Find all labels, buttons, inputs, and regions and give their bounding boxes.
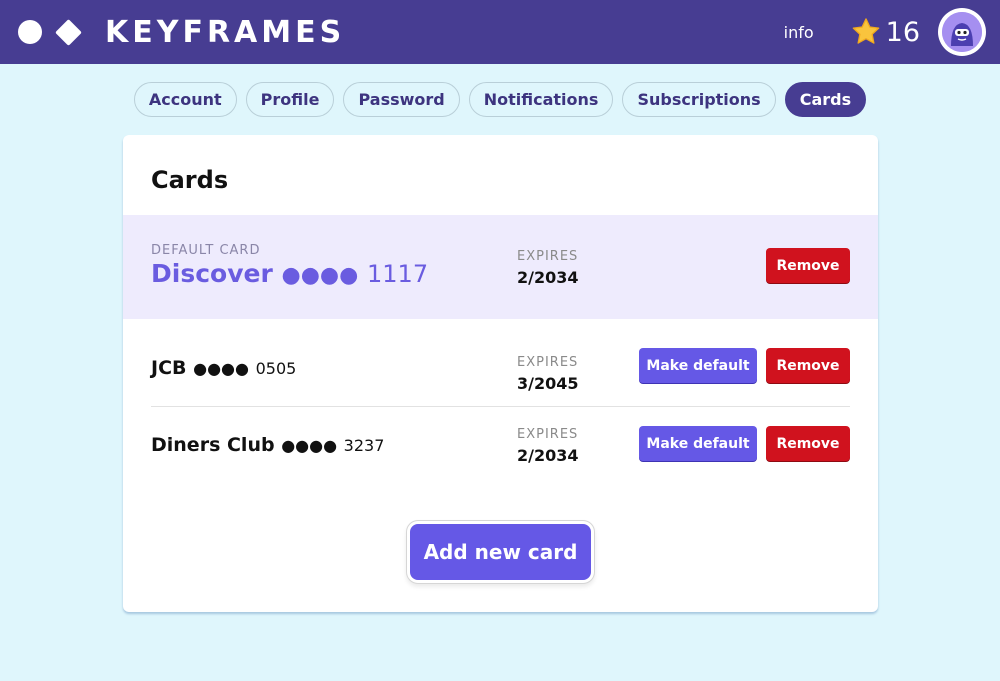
- card-brand: Diners Club: [151, 434, 275, 456]
- card-name: Diners Club ●●●● 3237: [151, 434, 384, 456]
- card-mask: ●●●●: [281, 263, 359, 288]
- card-expiry: EXPIRES 3/2045: [517, 355, 579, 393]
- expires-value: 2/2034: [517, 446, 579, 465]
- tab-subscriptions[interactable]: Subscriptions: [622, 82, 776, 117]
- remove-button[interactable]: Remove: [766, 426, 850, 461]
- remove-button[interactable]: Remove: [766, 248, 850, 283]
- tab-password[interactable]: Password: [343, 82, 460, 117]
- cards-panel: Cards DEFAULT CARD Discover ●●●● 1117 EX…: [123, 135, 878, 612]
- card-last4: 0505: [255, 359, 297, 378]
- tab-notifications[interactable]: Notifications: [468, 82, 614, 117]
- card-expiry: EXPIRES 2/2034: [517, 427, 579, 465]
- expires-label: EXPIRES: [517, 427, 579, 442]
- expires-label: EXPIRES: [517, 249, 579, 264]
- card-name: JCB ●●●● 0505: [151, 357, 296, 379]
- default-card-label: DEFAULT CARD: [151, 243, 261, 258]
- card-last4: 1117: [367, 260, 429, 288]
- card-row: Diners Club ●●●● 3237 EXPIRES 2/2034 Mak…: [123, 407, 878, 487]
- card-mask: ●●●●: [193, 359, 249, 378]
- tab-cards[interactable]: Cards: [784, 82, 867, 117]
- logo-circle-icon: [18, 20, 42, 44]
- brand-name[interactable]: KEYFRAMES: [105, 15, 345, 50]
- avatar-character-icon: [942, 12, 982, 52]
- card-expiry: EXPIRES 2/2034: [517, 249, 579, 287]
- settings-tabs: Account Profile Password Notifications S…: [0, 82, 1000, 117]
- expires-value: 2/2034: [517, 268, 579, 287]
- card-brand: JCB: [151, 357, 187, 379]
- star-icon: [850, 16, 882, 48]
- make-default-button[interactable]: Make default: [639, 426, 757, 461]
- logo-diamond-icon: [55, 18, 82, 46]
- remove-button[interactable]: Remove: [766, 348, 850, 383]
- avatar[interactable]: [938, 8, 986, 56]
- star-count: 16: [885, 16, 920, 48]
- expires-label: EXPIRES: [517, 355, 579, 370]
- card-row: JCB ●●●● 0505 EXPIRES 3/2045 Make defaul…: [123, 319, 878, 407]
- card-brand: Discover: [151, 259, 273, 288]
- tab-account[interactable]: Account: [133, 82, 237, 117]
- make-default-button[interactable]: Make default: [639, 348, 757, 383]
- card-mask: ●●●●: [281, 436, 338, 455]
- top-bar: KEYFRAMES info 16: [0, 0, 1000, 64]
- card-name: Discover ●●●● 1117: [151, 259, 428, 288]
- header-right: info 16: [784, 0, 986, 64]
- info-link[interactable]: info: [784, 23, 814, 42]
- add-new-card-button[interactable]: Add new card: [410, 524, 591, 580]
- page-title: Cards: [151, 166, 229, 194]
- tab-profile[interactable]: Profile: [245, 82, 335, 117]
- expires-value: 3/2045: [517, 374, 579, 393]
- default-card-row: DEFAULT CARD Discover ●●●● 1117 EXPIRES …: [123, 215, 878, 319]
- card-last4: 3237: [343, 436, 385, 455]
- logo[interactable]: [18, 18, 82, 46]
